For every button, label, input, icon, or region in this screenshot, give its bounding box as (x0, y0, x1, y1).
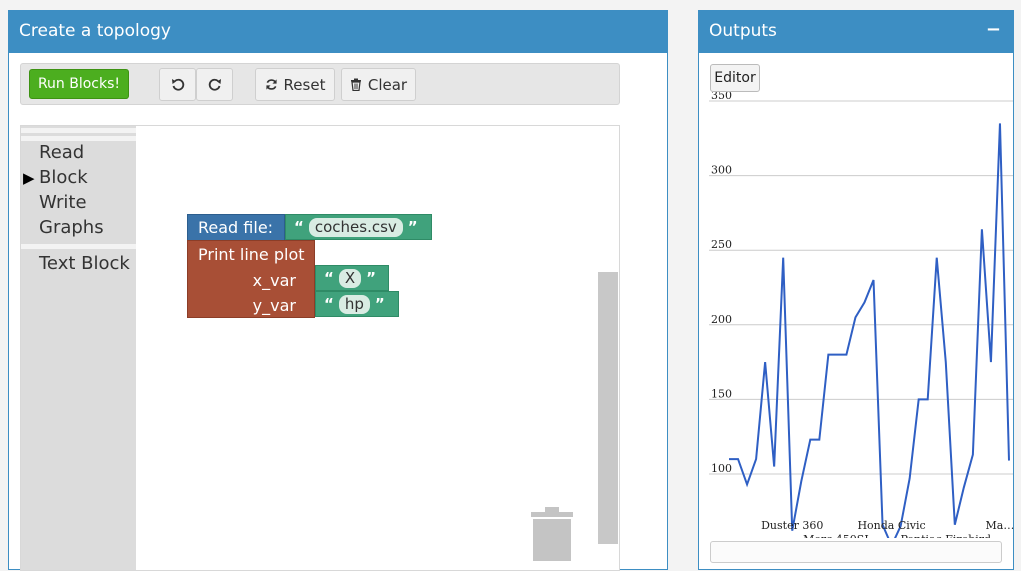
print-line-plot-block[interactable]: Print line plot x_var y_var (187, 240, 315, 318)
quote-open: “ (294, 218, 304, 236)
x-tick-label: Duster 360 (761, 519, 823, 532)
redo-button[interactable] (196, 68, 233, 101)
y-tick-label: 100 (711, 462, 732, 475)
workspace-scrollbar[interactable] (598, 272, 618, 544)
panel-header: Create a topology (9, 11, 667, 53)
x-var-value[interactable]: X (338, 268, 362, 288)
y-tick-label: 150 (711, 387, 732, 400)
trash-icon (350, 78, 361, 91)
x-var-string-block[interactable]: “ X ” (315, 265, 389, 291)
clear-label: Clear (367, 75, 408, 94)
reset-button[interactable]: Reset (255, 68, 335, 101)
y-var-label: y_var (252, 296, 296, 315)
x-tick-label: Honda Civic (857, 519, 925, 532)
editor-button[interactable]: Editor (710, 64, 760, 92)
quote-close: ” (407, 218, 418, 236)
clear-button[interactable]: Clear (341, 68, 416, 101)
run-blocks-button[interactable]: Run Blocks! (29, 69, 129, 99)
y-tick-label: 350 (711, 92, 732, 102)
topology-panel: Create a topology Run Blocks! Reset Clea… (8, 10, 668, 571)
print-line-plot-label: Print line plot (198, 245, 305, 264)
panel-title: Create a topology (19, 21, 171, 41)
toolbox-divider (21, 136, 136, 141)
y-tick-label: 300 (711, 164, 732, 177)
collapse-button[interactable]: − (986, 19, 1001, 40)
panel-header: Outputs − (699, 11, 1013, 53)
outputs-panel: Outputs − Editor 100 150 200 250 300 350 Duste… (698, 10, 1014, 570)
toolbox-divider (21, 128, 136, 133)
toolbox-divider (21, 244, 136, 249)
toolbar: Run Blocks! Reset Clear (20, 63, 620, 105)
blockly-workspace[interactable]: Read ▶ Block Write Graphs Text Block Rea… (20, 125, 620, 571)
reset-label: Reset (283, 75, 326, 94)
quote-open: “ (324, 269, 334, 287)
y-tick-label: 200 (711, 313, 732, 326)
refresh-icon (265, 79, 277, 90)
y-var-value[interactable]: hp (338, 294, 370, 314)
x-tick-label: Pontiac Firebird (900, 533, 991, 538)
undo-button[interactable] (159, 68, 196, 101)
toolbox: Read ▶ Block Write Graphs Text Block (21, 126, 136, 570)
y-tick-label: 250 (711, 238, 732, 251)
quote-close: ” (366, 269, 376, 287)
expanded-arrow-icon: ▶ (23, 169, 35, 187)
file-name-value[interactable]: coches.csv (308, 217, 403, 237)
read-file-block[interactable]: Read file: (187, 214, 285, 241)
quote-close: ” (374, 295, 385, 313)
file-name-string-block[interactable]: “ coches.csv ” (285, 214, 432, 240)
toolbox-category-text-block[interactable]: Text Block (39, 253, 130, 274)
line-chart-svg: 100 150 200 250 300 350 Duster 360Merc 450SLHo… (709, 92, 1013, 538)
undo-icon (171, 78, 184, 91)
x-tick-label: Merc 450SL (803, 533, 872, 538)
line-chart: 100 150 200 250 300 350 Duster 360Merc 450SLHo… (709, 92, 1013, 538)
toolbox-category-graphs[interactable]: Graphs (39, 217, 104, 238)
x-tick-label: Ma… (986, 519, 1013, 532)
trash-can-icon[interactable] (529, 506, 575, 562)
redo-icon (208, 78, 221, 91)
panel-title: Outputs (709, 21, 777, 41)
toolbox-category-read[interactable]: Read (39, 142, 84, 163)
output-scroll-input[interactable] (710, 541, 1002, 563)
x-var-label: x_var (252, 271, 296, 290)
read-file-label: Read file: (198, 218, 274, 237)
toolbox-category-write[interactable]: Write (39, 192, 87, 213)
series-line (729, 123, 1010, 538)
toolbox-category-block[interactable]: Block (39, 167, 88, 188)
y-var-string-block[interactable]: “ hp ” (315, 291, 399, 317)
quote-open: “ (324, 295, 334, 313)
